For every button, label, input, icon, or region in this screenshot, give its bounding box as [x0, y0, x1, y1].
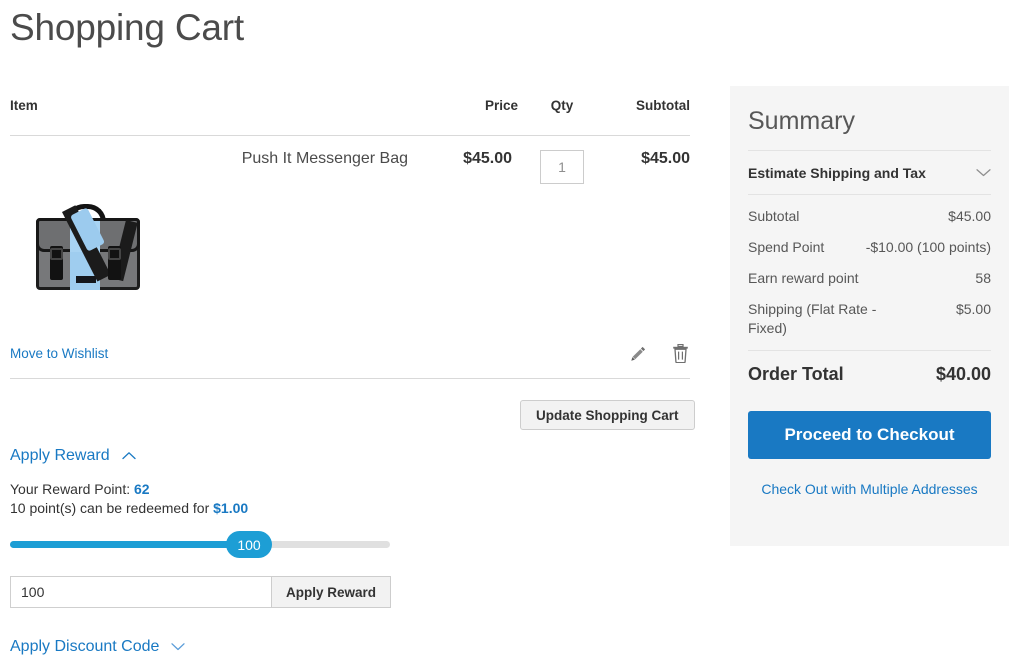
total-label: Shipping (Flat Rate - Fixed): [748, 301, 877, 336]
order-total-label: Order Total: [748, 364, 844, 384]
apply-discount-toggle[interactable]: Apply Discount Code: [10, 638, 410, 656]
estimate-shipping-tax-toggle[interactable]: Estimate Shipping and Tax: [748, 151, 991, 194]
total-value: 58: [975, 270, 991, 286]
table-row: Push It Messenger Bag $45.00 $45.00: [10, 136, 690, 185]
reward-apply-row: Apply Reward: [10, 576, 391, 608]
cart-header-row: Item Price Qty Subtotal: [10, 98, 690, 136]
chevron-down-icon: [171, 638, 186, 656]
quantity-input[interactable]: [540, 150, 584, 184]
column-header-price: Price: [428, 98, 518, 136]
apply-reward-toggle[interactable]: Apply Reward: [10, 447, 410, 465]
total-value: $45.00: [948, 208, 991, 224]
slider-fill: [10, 541, 249, 548]
apply-discount-section: Apply Discount Code: [10, 638, 410, 656]
total-line-subtotal: Subtotal $45.00: [748, 207, 991, 226]
total-label: Subtotal: [748, 208, 800, 224]
order-total-row: Order Total $40.00: [748, 351, 991, 385]
cart-table-body: Push It Messenger Bag $45.00 $45.00: [10, 136, 690, 185]
checkout-multiple-addresses-link[interactable]: Check Out with Multiple Addresses: [748, 481, 991, 497]
cart-table-head: Item Price Qty Subtotal: [10, 98, 690, 136]
estimate-shipping-tax-label: Estimate Shipping and Tax: [748, 165, 926, 181]
apply-reward-section: Apply Reward Your Reward Point: 62 10 po…: [10, 447, 410, 608]
shopping-cart-page: Shopping Cart Item Price Qty Subtotal Pu…: [0, 0, 1024, 664]
update-shopping-cart-button[interactable]: Update Shopping Cart: [520, 400, 695, 430]
delete-item-button[interactable]: [670, 343, 690, 366]
column-header-subtotal: Subtotal: [606, 98, 690, 136]
total-line-spend-point: Spend Point -$10.00 (100 points): [748, 238, 991, 257]
redeem-rate-line: 10 point(s) can be redeemed for $1.00: [10, 499, 410, 518]
reward-points-input[interactable]: [10, 576, 271, 608]
row-action-icons: [628, 343, 690, 366]
product-price: $45.00: [463, 150, 512, 167]
column-header-qty: Qty: [518, 98, 606, 136]
edit-item-button[interactable]: [628, 344, 648, 366]
cart-table: Item Price Qty Subtotal Push It Messenge…: [10, 98, 690, 184]
chevron-up-icon: [121, 447, 136, 465]
chevron-down-icon: [976, 164, 991, 182]
redeem-rate-text: 10 point(s) can be redeemed for: [10, 500, 210, 516]
your-reward-point-value: 62: [134, 481, 150, 497]
reward-info: Your Reward Point: 62 10 point(s) can be…: [10, 480, 410, 518]
total-line-shipping: Shipping (Flat Rate - Fixed) $5.00: [748, 300, 991, 338]
cart-table-container: Item Price Qty Subtotal Push It Messenge…: [10, 98, 690, 184]
bag-buckle-ring-right: [108, 248, 121, 260]
bag-buckle-ring-left: [50, 248, 63, 260]
summary-totals: Subtotal $45.00 Spend Point -$10.00 (100…: [748, 195, 991, 385]
summary-title: Summary: [748, 107, 855, 135]
apply-reward-button[interactable]: Apply Reward: [270, 576, 391, 608]
column-header-item: Item: [10, 98, 428, 136]
total-label: Spend Point: [748, 239, 825, 255]
proceed-to-checkout-button[interactable]: Proceed to Checkout: [748, 411, 991, 459]
cart-bottom-divider: [10, 378, 690, 379]
order-total-value: $40.00: [935, 364, 991, 384]
messenger-bag-image: [26, 200, 150, 296]
redeem-rate-value: $1.00: [213, 500, 249, 516]
order-summary-panel: Summary Estimate Shipping and Tax Subtot…: [730, 86, 1009, 546]
total-value: -$10.00 (100 points): [865, 239, 991, 255]
page-title: Shopping Cart: [10, 7, 244, 48]
trash-icon: [672, 343, 689, 366]
slider-handle[interactable]: 100: [226, 531, 272, 558]
product-thumbnail[interactable]: [18, 192, 158, 302]
cart-row-actions: Move to Wishlist: [10, 343, 690, 368]
product-subtotal: $45.00: [641, 150, 690, 167]
pencil-icon: [629, 345, 647, 366]
your-reward-point-line: Your Reward Point: 62: [10, 480, 410, 499]
product-name[interactable]: Push It Messenger Bag: [10, 136, 428, 185]
apply-reward-label: Apply Reward: [10, 447, 110, 464]
total-label: Earn reward point: [748, 270, 859, 286]
total-line-earn-reward-point: Earn reward point 58: [748, 269, 991, 288]
total-value: $5.00: [955, 301, 991, 317]
reward-points-slider[interactable]: 100: [10, 531, 390, 558]
apply-discount-label: Apply Discount Code: [10, 638, 160, 655]
bag-label-patch: [76, 276, 96, 283]
qty-cell: [518, 136, 606, 184]
your-reward-point-label: Your Reward Point:: [10, 481, 131, 497]
move-to-wishlist-link[interactable]: Move to Wishlist: [10, 346, 108, 361]
